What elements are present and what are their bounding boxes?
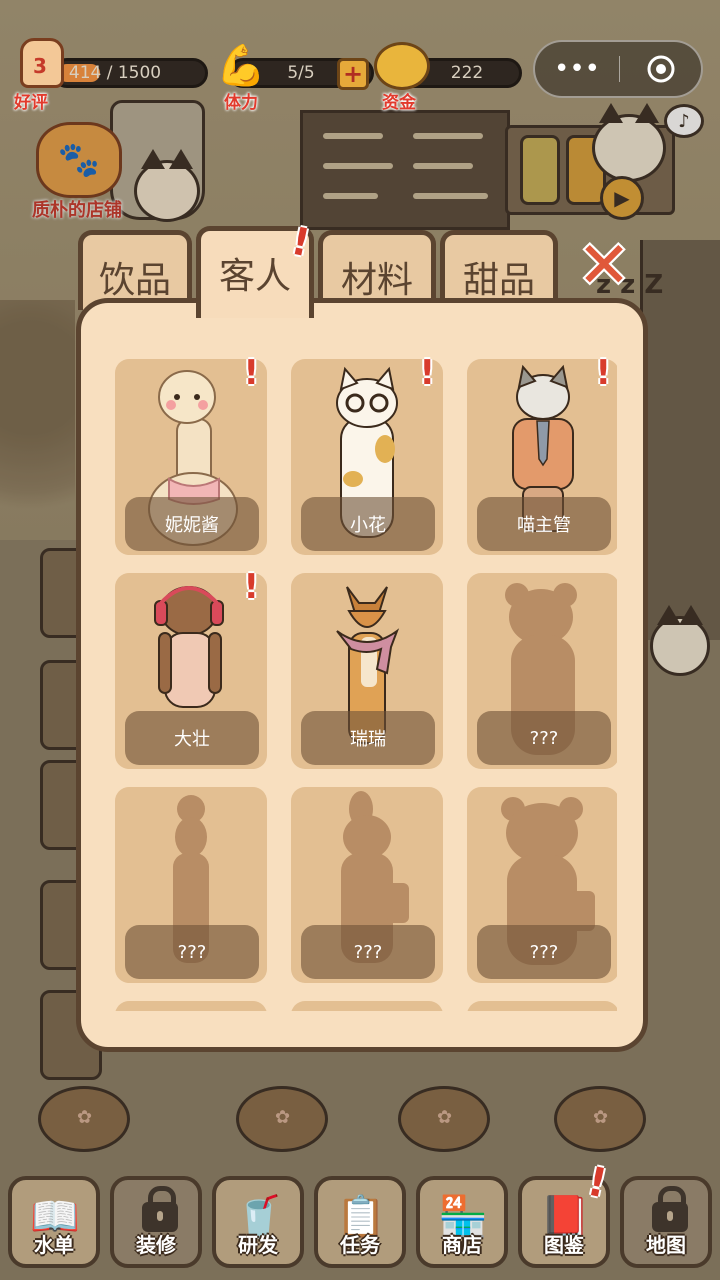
collection-panel: ! 妮妮酱 ! 小花 ! 喵主管 ! 大壮 瑞瑞 ??? ??? ??? ??? [76,298,648,1052]
customer-card-ruirui[interactable]: 瑞瑞 [291,573,443,769]
customer-name: 大壮 [125,711,259,765]
lock-icon [652,1186,688,1232]
nav-map-button[interactable]: 地图 [620,1176,712,1268]
customer-name: ??? [301,925,435,979]
stamina-label: 体力 [224,93,258,113]
funds-label: 资金 [382,93,416,113]
lock-icon [142,1186,178,1232]
customer-name: 瑞瑞 [301,711,435,765]
nav-decor-label: 装修 [136,1233,176,1257]
nav-research-button[interactable]: 🥤 研发 [212,1176,304,1268]
nav-tasks-label: 任务 [340,1233,380,1257]
customer-alert-icon: ! [243,353,259,393]
nav-shop-label: 商店 [442,1233,482,1257]
customer-card-locked[interactable]: ??? [291,787,443,983]
nav-orders-label: 水单 [34,1233,74,1257]
nav-tasks-button[interactable]: 📋 任务 [314,1176,406,1268]
reputation-bar: 414 / 1500 [52,58,208,88]
muscle-arm-icon: 💪 [216,42,266,89]
reputation-label: 好评 [14,93,48,113]
customer-alert-icon: ! [595,353,611,393]
stamina-value: 5/5 [287,63,315,83]
reputation-progress-text: 414 / 1500 [68,63,162,83]
customer-card-miao-manager[interactable]: ! 喵主管 [467,353,617,555]
nav-decor-button[interactable]: 装修 [110,1176,202,1268]
tab-customers-label: 客人 [218,256,291,297]
customer-card-partial[interactable] [115,1001,267,1011]
nav-map-label: 地图 [646,1233,686,1257]
tab-materials-label: 材料 [340,260,413,301]
customer-card-partial[interactable] [467,1001,617,1011]
tab-desserts-label: 甜品 [462,260,535,301]
more-dots-icon[interactable]: ••• [535,42,619,96]
customer-card-locked[interactable]: ??? [467,787,617,983]
customer-card-dazhuang[interactable]: ! 大壮 [115,567,267,769]
customer-name: ??? [125,925,259,979]
customer-card-locked[interactable]: ??? [115,787,267,983]
customer-grid: ! 妮妮酱 ! 小花 ! 喵主管 ! 大壮 瑞瑞 ??? ??? ??? ??? [107,351,617,1011]
nav-shop-button[interactable]: 🏪 商店 [416,1176,508,1268]
customer-alert-icon: ! [243,567,259,607]
close-x-icon[interactable]: ✕ [572,234,636,298]
customer-name: ??? [477,711,611,765]
customer-alert-icon: ! [419,353,435,393]
customer-card-partial[interactable] [291,1001,443,1011]
nav-orders-button[interactable]: 📖 水单 [8,1176,100,1268]
tab-drinks-label: 饮品 [98,260,171,301]
nav-collection-label: 图鉴 [544,1233,584,1257]
customer-card-nini[interactable]: ! 妮妮酱 [115,353,267,555]
target-circle-icon[interactable] [619,42,703,96]
miniprogram-capsule: ••• [533,40,703,98]
nav-research-label: 研发 [238,1233,278,1257]
customer-name: 喵主管 [477,497,611,551]
add-stamina-button[interactable]: + [337,58,369,90]
customer-name: 小花 [301,497,435,551]
customer-card-xiaohua[interactable]: ! 小花 [291,353,443,555]
funds-value: 222 [450,63,484,83]
reputation-level: 3 [33,54,47,78]
coins-icon [374,42,430,90]
customer-name: ??? [477,925,611,979]
customer-card-locked[interactable]: ??? [467,573,617,769]
customer-name: 妮妮酱 [125,497,259,551]
top-hud: 414 / 1500 3 好评 5/5 💪 体力 + 222 资金 ••• [0,0,720,118]
